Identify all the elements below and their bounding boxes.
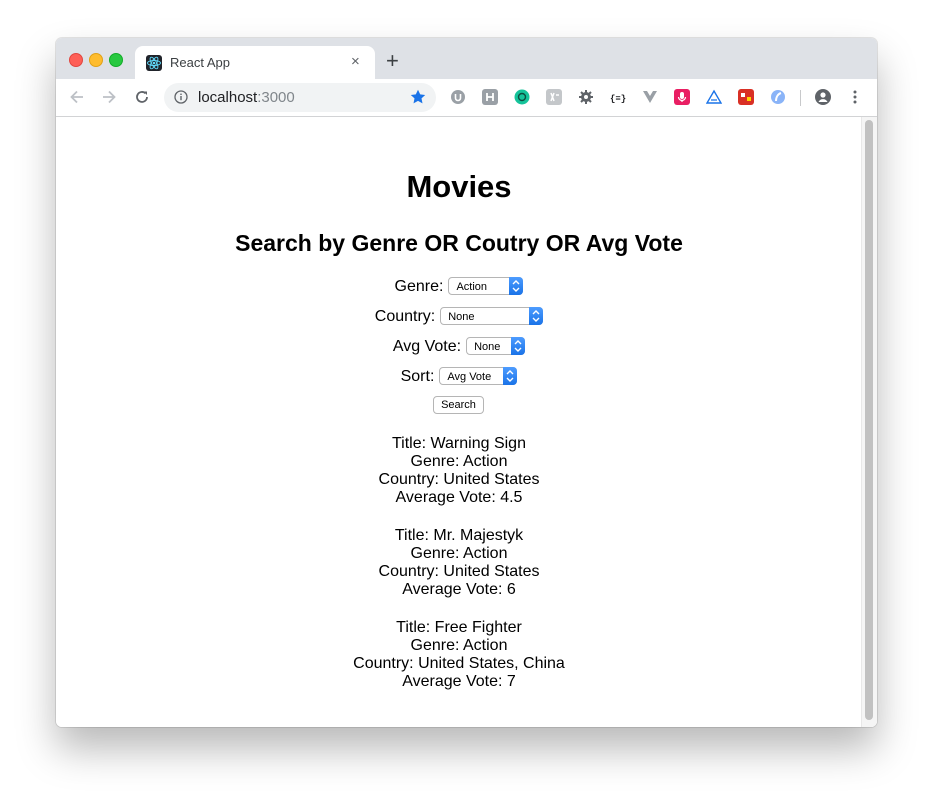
chevron-updown-icon [503, 366, 518, 385]
h-icon[interactable] [482, 89, 498, 105]
profile-avatar-icon[interactable] [815, 89, 831, 105]
genre-filter: Genre: Action [56, 276, 862, 298]
tab-react-app[interactable]: React App × [135, 46, 375, 79]
movie-item: Title: Warning Sign Genre: Action Countr… [56, 435, 862, 507]
sort-filter: Sort: Avg Vote [56, 366, 862, 388]
movie-genre: Genre: Action [410, 453, 508, 470]
search-heading: Search by Genre OR Coutry OR Avg Vote [235, 230, 683, 256]
new-tab-button[interactable]: + [386, 50, 399, 72]
grammarly-icon[interactable] [514, 89, 530, 105]
forward-arrow-icon[interactable] [99, 87, 119, 107]
movie-country: Country: United States [378, 471, 540, 488]
game-icon[interactable] [738, 89, 754, 105]
genre-label: Genre: [394, 278, 444, 295]
address-bar[interactable]: localhost:3000 [164, 83, 436, 112]
chevron-updown-icon [509, 276, 524, 295]
page-title: Movies [406, 169, 512, 204]
movie-item: Title: Free Fighter Genre: Action Countr… [56, 619, 862, 691]
vertical-scrollbar[interactable] [861, 117, 877, 727]
back-arrow-icon[interactable] [67, 87, 87, 107]
window-minimize-button[interactable] [89, 53, 103, 67]
search-button[interactable]: Search [433, 396, 484, 414]
svg-text:{≡}: {≡} [610, 94, 626, 104]
country-filter: Country: None [56, 306, 862, 328]
window-maximize-button[interactable] [109, 53, 123, 67]
movie-avg-vote: Average Vote: 7 [402, 673, 516, 690]
movie-title: Title: Mr. Majestyk [394, 527, 524, 544]
info-icon[interactable] [174, 90, 188, 104]
avg-vote-filter: Avg Vote: None [56, 336, 862, 358]
sort-label: Sort: [400, 368, 435, 385]
triangle-icon[interactable] [705, 89, 723, 105]
movie-genre: Genre: Action [410, 545, 508, 562]
mic-icon[interactable] [674, 89, 690, 105]
tab-title: React App [170, 55, 230, 70]
toolbar-separator [800, 90, 801, 106]
avg-vote-select[interactable]: None [466, 336, 526, 355]
browser-toolbar: localhost:3000 {≡} [56, 79, 877, 117]
menu-kebab-icon[interactable] [847, 89, 863, 105]
json-icon[interactable]: {≡} [610, 89, 626, 105]
country-select[interactable]: None [440, 306, 544, 325]
edge-icon[interactable] [770, 89, 786, 105]
browser-window: React App × + localhost:3000 {≡} Movies … [56, 38, 877, 727]
movie-title: Title: Free Fighter [396, 619, 522, 636]
movie-item: Title: Mr. Majestyk Genre: Action Countr… [56, 527, 862, 599]
tab-close-icon[interactable]: × [351, 54, 360, 70]
avg-vote-select-value: None [474, 340, 501, 353]
react-logo-icon [146, 55, 162, 71]
page-viewport: Movies Search by Genre OR Coutry OR Avg … [56, 117, 877, 727]
reload-icon[interactable] [132, 87, 152, 107]
translate-icon[interactable] [546, 89, 562, 105]
movie-country: Country: United States, China [353, 655, 565, 672]
sort-select[interactable]: Avg Vote [439, 366, 518, 385]
chevron-updown-icon [529, 306, 544, 325]
sort-select-value: Avg Vote [447, 370, 492, 383]
window-close-button[interactable] [69, 53, 83, 67]
vue-icon[interactable] [642, 89, 658, 105]
url-port: :3000 [257, 89, 295, 106]
movie-genre: Genre: Action [410, 637, 508, 654]
ublock-icon[interactable] [450, 89, 466, 105]
genre-select[interactable]: Action [448, 276, 524, 295]
avg-vote-label: Avg Vote: [392, 338, 462, 355]
movie-avg-vote: Average Vote: 6 [402, 581, 516, 598]
url-host: localhost [198, 89, 258, 106]
country-select-value: None [448, 310, 475, 323]
tab-strip: React App × + [56, 38, 877, 79]
country-label: Country: [374, 308, 436, 325]
chevron-updown-icon [511, 336, 526, 355]
movie-country: Country: United States [378, 563, 540, 580]
url-text: localhost:3000 [198, 89, 295, 106]
bookmark-star-icon[interactable] [409, 88, 427, 106]
genre-select-value: Action [456, 280, 488, 293]
settings-gear-icon[interactable] [578, 89, 594, 105]
movie-title: Title: Warning Sign [392, 435, 526, 452]
movie-avg-vote: Average Vote: 4.5 [395, 489, 523, 506]
scrollbar-thumb[interactable] [865, 120, 873, 720]
